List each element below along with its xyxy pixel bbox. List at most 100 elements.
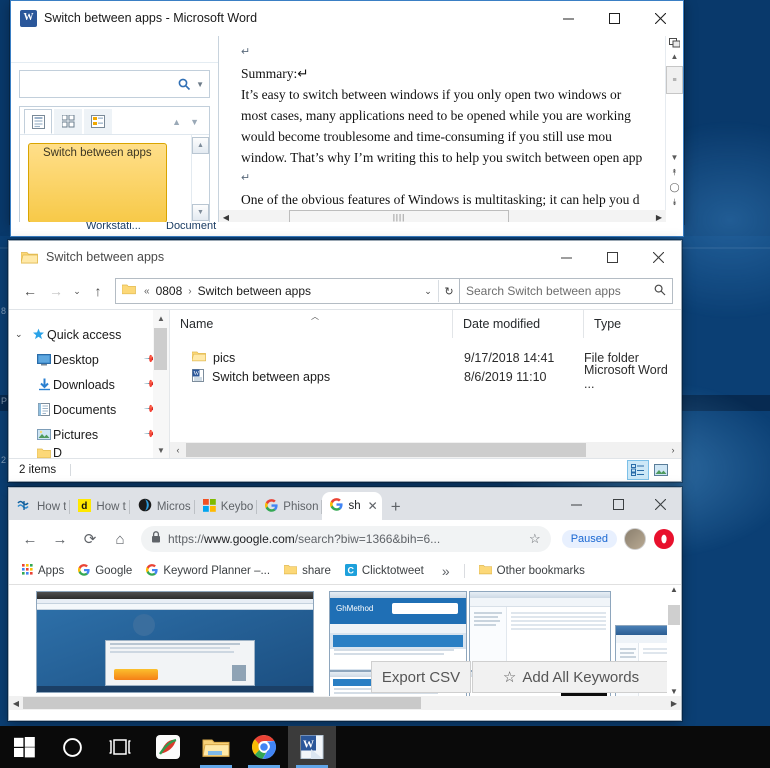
scroll-thumb[interactable]: ≡ (666, 66, 683, 94)
bookmark-clicktotweet[interactable]: C Clicktotweet (340, 562, 429, 581)
details-view-button[interactable] (627, 460, 649, 480)
split-window-icon[interactable] (667, 36, 683, 49)
cortana-search-button[interactable] (48, 726, 96, 768)
tab-sh[interactable]: sh ✕ (322, 492, 382, 520)
result-thumbnail-1[interactable] (36, 591, 314, 693)
start-button[interactable] (0, 726, 48, 768)
tab-phison[interactable]: Phison (257, 493, 323, 520)
close-icon[interactable] (637, 1, 683, 35)
close-icon[interactable]: ✕ (368, 499, 378, 513)
scroll-thumb-horizontal[interactable] (23, 697, 421, 709)
forward-arrow-icon[interactable]: → (46, 525, 74, 553)
scroll-right-icon[interactable]: ▶ (652, 213, 666, 222)
scroll-thumb[interactable] (668, 605, 680, 625)
pages-thumbnail-tab[interactable] (54, 109, 82, 134)
bookmark-share[interactable]: share (279, 562, 336, 580)
explorer-nav-scrollbar[interactable]: ▲ ▼ (153, 310, 169, 458)
word-button[interactable]: W (288, 726, 336, 768)
explorer-titlebar[interactable]: Switch between apps (9, 241, 681, 273)
scroll-left-icon[interactable]: ◀ (9, 699, 23, 708)
file-explorer-button[interactable] (192, 726, 240, 768)
scroll-down-icon[interactable]: ▼ (667, 150, 683, 165)
bookmarks-bar[interactable]: Apps Google Keyword Planner –... share C… (9, 558, 681, 585)
scroll-left-icon[interactable]: ◀ (219, 213, 233, 222)
column-header-date[interactable]: Date modified (452, 310, 583, 338)
back-arrow-icon[interactable]: ← (17, 278, 43, 304)
navigation-pane[interactable]: ▼ ▲ ▼ Switch between apps ▲ ▼ (11, 36, 219, 224)
chevron-down-icon[interactable]: ▼ (196, 80, 204, 89)
refresh-icon[interactable]: ↻ (438, 280, 459, 302)
explorer-search-input[interactable]: Search Switch between apps (460, 278, 673, 304)
export-csv-button[interactable]: Export CSV (371, 661, 471, 693)
bookmark-apps[interactable]: Apps (17, 562, 69, 580)
sidebar-item-documents[interactable]: Documents 📌 (9, 397, 169, 422)
opera-extension-icon[interactable] (654, 529, 674, 549)
sidebar-item-partial[interactable]: D (9, 447, 169, 459)
down-arrow-icon[interactable]: ▼ (190, 117, 199, 127)
home-icon[interactable]: ⌂ (106, 525, 134, 553)
task-view-button[interactable] (96, 726, 144, 768)
word-document-area[interactable]: ↵ Summary:↵ It’s easy to switch between … (219, 36, 683, 224)
maximize-icon[interactable] (589, 241, 635, 273)
tab-how-to-2[interactable]: d How t (70, 493, 130, 520)
breadcrumb-overflow[interactable]: « (140, 286, 154, 297)
scroll-down-icon[interactable]: ▼ (192, 204, 209, 221)
bookmarks-overflow-icon[interactable]: » (437, 561, 455, 581)
scroll-up-icon[interactable]: ▲ (192, 137, 209, 154)
table-row[interactable]: W Switch between apps 8/6/2019 11:10 Mic… (170, 363, 681, 391)
chrome-page-content[interactable]: GhMethod Export CSV ☆ Add All Keywords ▲… (9, 585, 681, 710)
close-icon[interactable] (639, 488, 681, 520)
snagit-button[interactable] (144, 726, 192, 768)
close-icon[interactable] (635, 241, 681, 273)
scroll-up-icon[interactable]: ▲ (667, 49, 683, 64)
previous-page-icon[interactable]: ⯭ (667, 165, 683, 180)
navigation-search-input[interactable]: ▼ (19, 70, 210, 98)
scroll-up-icon[interactable]: ▲ (670, 585, 678, 594)
sidebar-item-pictures[interactable]: Pictures 📌 (9, 422, 169, 447)
word-window[interactable]: W Switch between apps - Microsoft Word ▼ (10, 0, 684, 224)
navigation-heading-item[interactable]: Switch between apps (28, 143, 167, 223)
tab-microsoft[interactable]: Micros (130, 493, 195, 520)
bookmark-google[interactable]: Google (73, 562, 137, 581)
minimize-icon[interactable] (555, 488, 597, 520)
explorer-file-list[interactable]: ︿ Name Date modified Type pics 9/17/2018… (169, 310, 681, 458)
reload-icon[interactable]: ⟳ (76, 525, 104, 553)
maximize-icon[interactable] (597, 488, 639, 520)
bookmark-other-bookmarks[interactable]: Other bookmarks (474, 562, 590, 580)
column-header-type[interactable]: Type (583, 310, 681, 338)
minimize-icon[interactable] (545, 1, 591, 35)
select-browse-object-icon[interactable]: ◯ (667, 180, 683, 195)
result-thumbnail-3[interactable] (469, 591, 611, 671)
tab-keyboard[interactable]: Keybo (195, 493, 258, 520)
sidebar-item-downloads[interactable]: Downloads 📌 (9, 372, 169, 397)
forward-arrow-icon[interactable]: → (43, 278, 69, 304)
up-arrow-icon[interactable]: ▲ (172, 117, 181, 127)
navigation-heading-list[interactable]: Switch between apps ▲ ▼ (20, 135, 209, 223)
word-titlebar[interactable]: W Switch between apps - Microsoft Word (11, 1, 683, 36)
maximize-icon[interactable] (591, 1, 637, 35)
star-icon[interactable]: ☆ (529, 531, 541, 547)
address-bar[interactable]: https://www.google.com/search?biw=1366&b… (141, 526, 551, 552)
navigation-scrollbar[interactable]: ▲ ▼ (191, 135, 209, 223)
scroll-right-icon[interactable]: › (665, 445, 681, 455)
scroll-right-icon[interactable]: ▶ (667, 699, 681, 708)
page-vertical-scrollbar[interactable]: ▲ ▼ (667, 585, 681, 696)
up-arrow-icon[interactable]: ↑ (85, 278, 111, 304)
file-explorer-window[interactable]: Switch between apps ← → ⌄ ↑ « 0808 › Swi… (8, 240, 682, 482)
explorer-navigation-pane[interactable]: ⌄ Quick access Desktop 📌 Downloads 📌 Doc… (9, 310, 169, 459)
explorer-horizontal-scrollbar[interactable]: ‹ › (170, 442, 681, 458)
next-page-icon[interactable]: ⯯ (667, 195, 683, 210)
back-arrow-icon[interactable]: ← (16, 525, 44, 553)
column-header-name[interactable]: ︿ Name (170, 310, 452, 338)
search-icon[interactable] (654, 284, 666, 299)
recent-locations-chevron-down-icon[interactable]: ⌄ (69, 278, 85, 304)
new-tab-button[interactable]: + (382, 493, 410, 520)
scroll-down-icon[interactable]: ▼ (670, 687, 678, 696)
large-icons-view-button[interactable] (651, 461, 671, 479)
paused-badge[interactable]: Paused (561, 530, 617, 548)
scroll-thumb-horizontal[interactable] (186, 443, 586, 457)
chrome-toolbar[interactable]: ← → ⟳ ⌂ https://www.google.com/search?bi… (9, 520, 681, 558)
headings-tab[interactable] (24, 109, 52, 134)
tab-how-to-1[interactable]: How t (9, 493, 71, 520)
page-horizontal-scrollbar[interactable]: ◀ ▶ (9, 696, 681, 710)
